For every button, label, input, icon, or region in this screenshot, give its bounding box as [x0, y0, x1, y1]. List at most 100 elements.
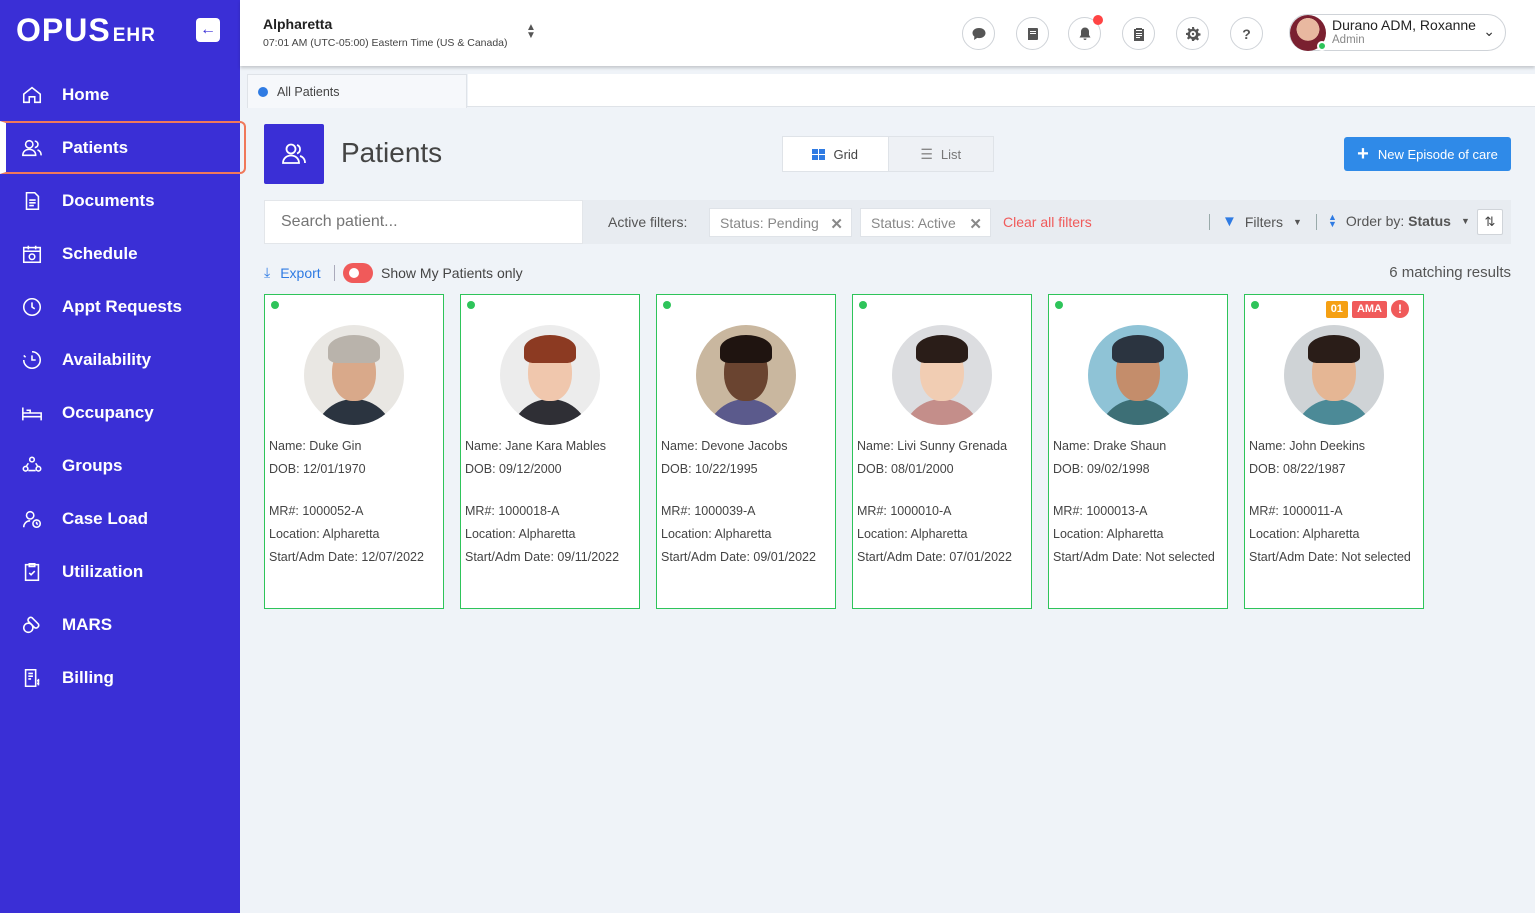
groups-icon	[20, 454, 44, 478]
sidebar-item-mars[interactable]: MARS	[0, 598, 240, 651]
list-view-button[interactable]: ☰ List	[889, 137, 994, 171]
status-dot	[663, 301, 671, 309]
patient-card[interactable]: Name: Duke Gin DOB: 12/01/1970 MR#: 100005…	[264, 294, 444, 609]
patient-mr: MR#: 1000010-A	[857, 504, 952, 518]
sort-direction-button[interactable]: ⇅	[1477, 209, 1503, 235]
sidebar-item-label: Home	[62, 84, 110, 104]
location-selector[interactable]: Alpharetta 07:01 AM (UTC-05:00) Eastern …	[263, 16, 508, 49]
top-header: Alpharetta 07:01 AM (UTC-05:00) Eastern …	[240, 0, 1535, 66]
patient-start-date: Start/Adm Date: Not selected	[1249, 550, 1411, 564]
patient-location: Location: Alpharetta	[1249, 527, 1360, 541]
availability-icon	[20, 348, 44, 372]
patient-dob: DOB: 12/01/1970	[269, 462, 366, 476]
filter-chip-pending[interactable]: Status: Pending ✕	[709, 208, 852, 237]
user-menu[interactable]: Durano ADM, Roxanne Admin ⌄	[1289, 14, 1506, 51]
filter-bar: Active filters: Status: Pending ✕ Status…	[264, 200, 1511, 244]
patient-dob: DOB: 08/01/2000	[857, 462, 954, 476]
sidebar-item-label: Case Load	[62, 508, 148, 528]
grid-view-button[interactable]: Grid	[783, 137, 889, 171]
patients-page-icon	[264, 124, 324, 184]
chat-icon[interactable]	[962, 17, 995, 50]
order-by-dropdown[interactable]: ▲ ▼ Order by: Status ▼	[1328, 213, 1470, 230]
patient-card[interactable]: 01 AMA! Name: John Deekins DOB: 08/22/1987 M…	[1244, 294, 1424, 609]
case-load-icon	[20, 507, 44, 531]
clear-filters-link[interactable]: Clear all filters	[1003, 214, 1092, 230]
sidebar-item-schedule[interactable]: Schedule	[0, 227, 240, 280]
patient-photo	[304, 325, 404, 425]
sidebar-item-appt-requests[interactable]: Appt Requests	[0, 280, 240, 333]
sidebar-item-label: Occupancy	[62, 402, 154, 422]
close-icon[interactable]: ✕	[830, 215, 843, 233]
patient-name: Name: John Deekins	[1249, 439, 1366, 453]
sidebar-item-label: Groups	[62, 455, 123, 475]
patient-info: Name: Duke Gin DOB: 12/01/1970 MR#: 100005…	[269, 435, 424, 569]
bell-icon[interactable]	[1068, 15, 1103, 50]
patient-location: Location: Alpharetta	[661, 527, 772, 541]
user-name: Durano ADM, Roxanne	[1332, 17, 1476, 33]
patient-start-date: Start/Adm Date: 07/01/2022	[857, 550, 1012, 564]
arrow-left-icon: ←	[200, 21, 216, 38]
user-role: Admin	[1332, 34, 1365, 46]
sidebar-item-occupancy[interactable]: Occupancy	[0, 386, 240, 439]
sidebar-item-availability[interactable]: Availability	[0, 333, 240, 386]
patient-name: Name: Devone Jacobs	[661, 439, 788, 453]
caret-down-icon: ▼	[1460, 216, 1470, 226]
patient-card[interactable]: Name: Drake Shaun DOB: 09/02/1998 MR#: 100…	[1048, 294, 1228, 609]
location-time: 07:01 AM (UTC-05:00) Eastern Time (US & …	[263, 37, 508, 49]
documents-icon	[20, 189, 44, 213]
filter-chip-active[interactable]: Status: Active ✕	[860, 208, 991, 237]
patient-info: Name: Jane Kara Mables DOB: 09/12/2000 MR#…	[465, 435, 619, 569]
alert-icon: !	[1391, 300, 1409, 318]
export-button[interactable]: ⤓ Export	[264, 264, 321, 281]
sidebar-item-home[interactable]: Home	[0, 68, 240, 121]
collapse-sidebar-button[interactable]: ←	[196, 18, 220, 42]
patient-photo	[892, 325, 992, 425]
search-input[interactable]	[264, 200, 583, 244]
location-sort-icon[interactable]: ▲ ▼	[526, 23, 536, 41]
sidebar-item-patients[interactable]: Patients	[0, 121, 246, 174]
app-logo[interactable]: OPUS EHR	[16, 12, 156, 49]
clock-icon	[20, 295, 44, 319]
patient-photo	[696, 325, 796, 425]
avatar	[1290, 15, 1327, 51]
sidebar-item-groups[interactable]: Groups	[0, 439, 240, 492]
sidebar-item-billing[interactable]: Billing	[0, 651, 240, 704]
my-patients-toggle[interactable]	[343, 263, 373, 283]
download-icon: ⤓	[264, 264, 271, 280]
patient-start-date: Start/Adm Date: 09/01/2022	[661, 550, 816, 564]
tab-dot-icon	[258, 86, 268, 97]
patient-dob: DOB: 09/12/2000	[465, 462, 562, 476]
book-icon[interactable]	[1016, 17, 1049, 50]
sidebar-item-label: Appt Requests	[62, 296, 182, 316]
close-icon[interactable]: ✕	[969, 215, 982, 233]
patient-mr: MR#: 1000011-A	[1249, 504, 1343, 518]
sidebar-item-utilization[interactable]: Utilization	[0, 545, 240, 598]
new-episode-button[interactable]: + New Episode of care	[1344, 137, 1511, 171]
tab-strip: All Patients	[240, 66, 1535, 108]
help-icon[interactable]: ?	[1230, 17, 1263, 50]
gear-icon[interactable]	[1176, 17, 1209, 50]
patient-card[interactable]: Name: Livi Sunny Grenada DOB: 08/01/2000 M…	[852, 294, 1032, 609]
patient-info: Name: John Deekins DOB: 08/22/1987 MR#: 10…	[1249, 435, 1411, 569]
sidebar-item-label: Schedule	[62, 243, 138, 263]
sidebar-nav: Home Patients Documents Schedule Appt Reques…	[0, 68, 246, 704]
status-dot	[1055, 301, 1063, 309]
patient-name: Name: Drake Shaun	[1053, 439, 1167, 453]
patient-card[interactable]: Name: Jane Kara Mables DOB: 09/12/2000 MR#…	[460, 294, 640, 609]
patient-dob: DOB: 10/22/1995	[661, 462, 758, 476]
patient-mr: MR#: 1000013-A	[1053, 504, 1148, 518]
online-status-dot	[1317, 41, 1327, 51]
plus-icon: +	[1357, 143, 1369, 165]
sidebar-item-case-load[interactable]: Case Load	[0, 492, 240, 545]
calendar-icon	[20, 242, 44, 266]
tab-all-patients[interactable]: All Patients	[247, 74, 467, 108]
patient-location: Location: Alpharetta	[465, 527, 576, 541]
filters-dropdown[interactable]: ▼ Filters ▼	[1222, 213, 1302, 230]
clipboard-icon[interactable]	[1122, 17, 1155, 50]
clipboard-check-icon	[20, 560, 44, 584]
sidebar-item-documents[interactable]: Documents	[0, 174, 240, 227]
bed-icon	[20, 401, 44, 425]
patient-card[interactable]: Name: Devone Jacobs DOB: 10/22/1995 MR#: 1…	[656, 294, 836, 609]
patient-photo	[500, 325, 600, 425]
patient-dob: DOB: 08/22/1987	[1249, 462, 1346, 476]
